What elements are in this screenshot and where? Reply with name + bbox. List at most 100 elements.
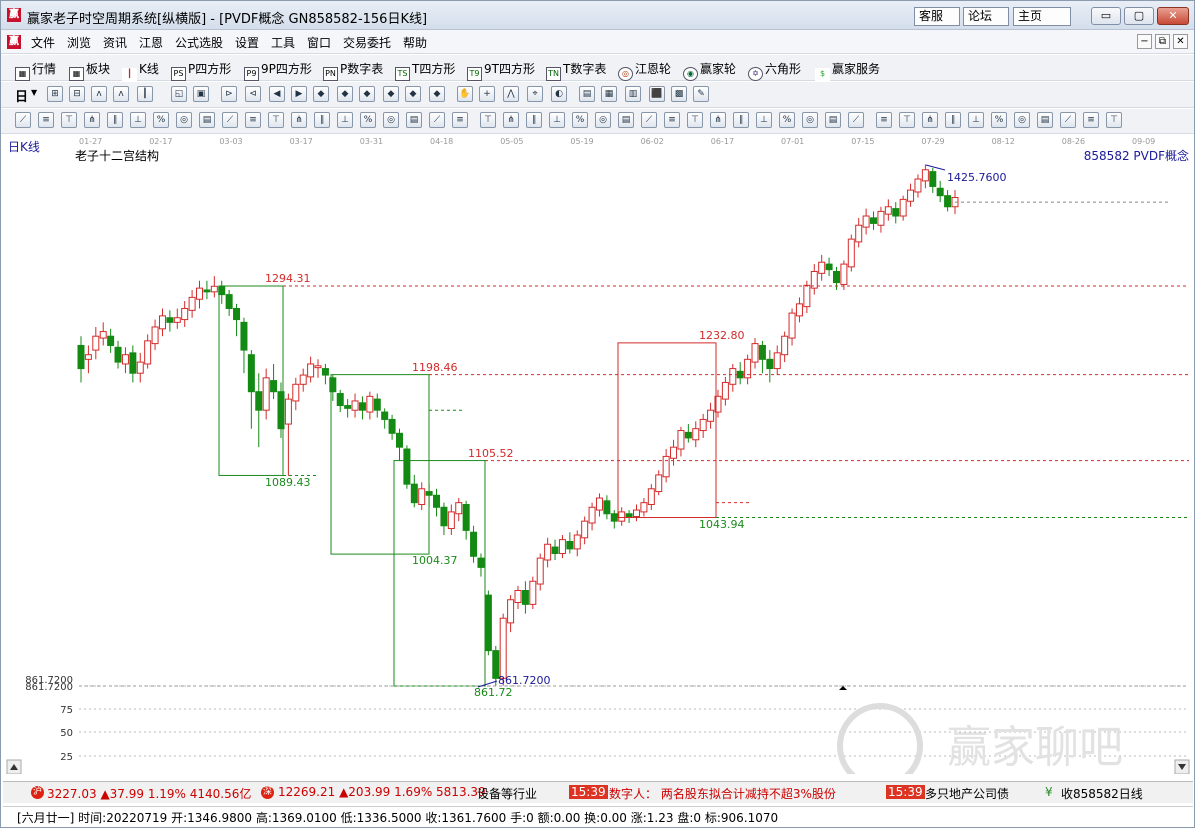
indicator-tool-20-icon[interactable]: ≡ (452, 112, 468, 128)
mdi-minimize-button[interactable]: − (1137, 34, 1152, 49)
indicator-tool-42-icon[interactable]: ⊥ (968, 112, 984, 128)
candle-body[interactable] (699, 418, 707, 432)
candle-body[interactable] (433, 494, 441, 508)
indicator-tool-47-icon[interactable]: ≡ (1083, 112, 1099, 128)
candle-body[interactable] (136, 361, 144, 374)
draw-tool-5-icon[interactable]: ┃ (137, 86, 153, 102)
menu-window[interactable]: 窗口 (307, 34, 331, 51)
candle-body[interactable] (99, 331, 107, 339)
draw-tool-27-icon[interactable]: ▩ (671, 86, 687, 102)
toolbar-t-square-button[interactable]: TS T四方形 (395, 60, 455, 81)
draw-tool-18-icon[interactable]: ✋ (457, 86, 473, 102)
candle-body[interactable] (470, 531, 478, 557)
candle-body[interactable] (640, 502, 648, 513)
candle-body[interactable] (936, 187, 944, 197)
candle-body[interactable] (344, 405, 352, 409)
indicator-tool-3-icon[interactable]: ⊤ (61, 112, 77, 128)
candle-body[interactable] (240, 321, 248, 351)
menu-settings[interactable]: 设置 (235, 34, 259, 51)
candle-body[interactable] (247, 354, 255, 393)
indicator-tool-35-icon[interactable]: ◎ (802, 112, 818, 128)
indicator-tool-36-icon[interactable]: ▤ (825, 112, 841, 128)
candle-body[interactable] (351, 400, 359, 411)
mdi-close-button[interactable]: ✕ (1173, 34, 1188, 49)
toolbar-p-number-button[interactable]: PN P数字表 (323, 60, 383, 81)
indicator-tool-34-icon[interactable]: % (779, 112, 795, 128)
candle-body[interactable] (870, 217, 878, 224)
indicator-tool-27-icon[interactable]: ▤ (618, 112, 634, 128)
news-sector[interactable]: 设备等行业 (477, 785, 537, 802)
indicator-tool-14-icon[interactable]: ∥ (314, 112, 330, 128)
indicator-tool-12-icon[interactable]: ⊤ (268, 112, 284, 128)
draw-tool-1-icon[interactable]: ⊞ (47, 86, 63, 102)
candle-body[interactable] (877, 210, 885, 226)
service-link[interactable]: 客服 (914, 7, 960, 26)
candle-body[interactable] (447, 511, 455, 530)
candle-body[interactable] (270, 380, 278, 393)
menu-gann[interactable]: 江恩 (139, 34, 163, 51)
indicator-tool-2-icon[interactable]: ≡ (38, 112, 54, 128)
indicator-tool-31-icon[interactable]: ⋔ (710, 112, 726, 128)
candle-body[interactable] (566, 540, 574, 550)
indicator-tool-30-icon[interactable]: ⊤ (687, 112, 703, 128)
candle-body[interactable] (795, 303, 803, 317)
draw-tool-25-icon[interactable]: ▥ (625, 86, 641, 102)
kline-chart[interactable]: 01-27 02-17 03-03 03-17 03-31 04-18 05-05 05-19… (5, 134, 1193, 774)
candle-body[interactable] (262, 377, 270, 411)
indicator-tool-7-icon[interactable]: % (153, 112, 169, 128)
toolbar-gann-wheel-button[interactable]: ◎ 江恩轮 (618, 60, 671, 81)
period-dropdown-icon[interactable]: ▼ (31, 88, 37, 97)
candle-body[interactable] (358, 402, 366, 411)
draw-tool-12-icon[interactable]: ◆ (313, 86, 329, 102)
indicator-tool-15-icon[interactable]: ⊥ (337, 112, 353, 128)
candle-body[interactable] (914, 178, 922, 193)
candle-body[interactable] (92, 335, 100, 351)
home-link[interactable]: 主页 (1013, 7, 1071, 26)
candle-body[interactable] (210, 285, 218, 293)
toolbar-kline-button[interactable]: ┃ K线 (122, 60, 159, 82)
draw-tool-10-icon[interactable]: ◀ (269, 86, 285, 102)
draw-tool-24-icon[interactable]: ▦ (601, 86, 617, 102)
menu-help[interactable]: 帮助 (403, 34, 427, 51)
indicator-tool-4-icon[interactable]: ⋔ (84, 112, 100, 128)
toolbar-9t-square-button[interactable]: T9 9T四方形 (467, 60, 535, 81)
draw-tool-17-icon[interactable]: ◆ (429, 86, 445, 102)
draw-tool-19-icon[interactable]: + (479, 86, 495, 102)
candle-body[interactable] (307, 363, 315, 378)
indicator-tool-18-icon[interactable]: ▤ (406, 112, 422, 128)
candle-body[interactable] (610, 513, 618, 522)
menu-browse[interactable]: 浏览 (67, 34, 91, 51)
menu-tools[interactable]: 工具 (271, 34, 295, 51)
mdi-restore-button[interactable]: ⧉ (1155, 34, 1170, 49)
indicator-tool-23-icon[interactable]: ∥ (526, 112, 542, 128)
toolbar-t-number-button[interactable]: TN T数字表 (546, 60, 606, 81)
draw-tool-4-icon[interactable]: ʌ (113, 86, 129, 102)
menu-file[interactable]: 文件 (31, 34, 55, 51)
candle-body[interactable] (907, 189, 915, 202)
candle-body[interactable] (284, 398, 292, 425)
draw-tool-6-icon[interactable]: ◱ (171, 86, 187, 102)
candle-body[interactable] (366, 395, 374, 413)
candle-body[interactable] (218, 285, 226, 296)
candle-body[interactable] (803, 284, 811, 308)
candle-body[interactable] (151, 326, 159, 345)
indicator-tool-28-icon[interactable]: ⟋ (641, 112, 657, 128)
shanghai-index[interactable]: 3227.03 ▲37.99 1.19% 4140.56亿 (47, 785, 251, 802)
draw-tool-7-icon[interactable]: ▣ (193, 86, 209, 102)
candle-body[interactable] (158, 315, 166, 330)
candle-body[interactable] (418, 488, 426, 506)
indicator-tool-37-icon[interactable]: ⟋ (848, 112, 864, 128)
toolbar-quotes-button[interactable]: ▦ 行情 (15, 60, 56, 81)
candle-body[interactable] (840, 263, 848, 285)
indicator-tool-32-icon[interactable]: ∥ (733, 112, 749, 128)
candle-body[interactable] (455, 502, 463, 515)
draw-tool-21-icon[interactable]: ⌖ (527, 86, 543, 102)
candle-body[interactable] (684, 431, 692, 439)
indicator-tool-26-icon[interactable]: ◎ (595, 112, 611, 128)
candle-body[interactable] (921, 169, 929, 182)
candle-body[interactable] (751, 343, 759, 363)
candle-body[interactable] (818, 261, 826, 274)
candle-body[interactable] (188, 296, 196, 311)
candle-body[interactable] (832, 270, 840, 284)
candle-body[interactable] (603, 500, 611, 515)
